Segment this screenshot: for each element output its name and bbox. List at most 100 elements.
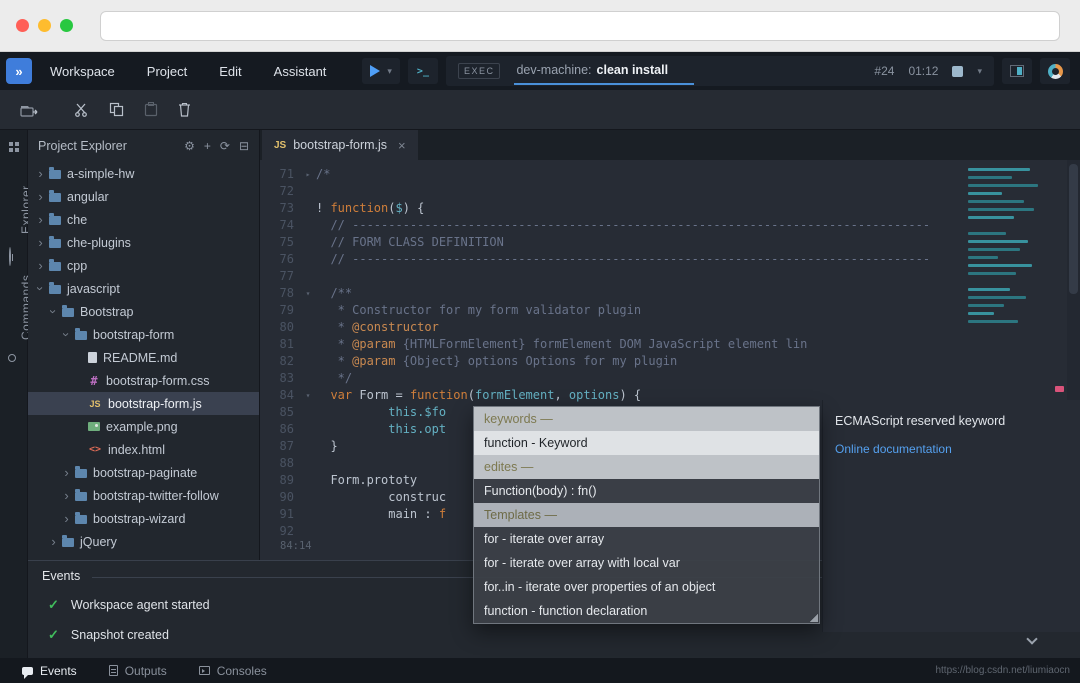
fold-marker-icon[interactable]: ▸ bbox=[300, 166, 316, 183]
line-number: 85 bbox=[260, 404, 300, 421]
tree-item-angular[interactable]: ›angular bbox=[28, 185, 259, 208]
tree-item-che-plugins[interactable]: ›che-plugins bbox=[28, 231, 259, 254]
chevron-collapsed-icon[interactable]: › bbox=[60, 488, 73, 503]
chevron-expanded-icon[interactable]: › bbox=[59, 328, 74, 341]
tree-item-bootstrap-paginate[interactable]: ›bootstrap-paginate bbox=[28, 461, 259, 484]
tree-item-che[interactable]: ›che bbox=[28, 208, 259, 231]
refresh-icon[interactable]: ⟳ bbox=[220, 140, 230, 152]
editor-tab-bootstrap-form-js[interactable]: JS bootstrap-form.js × bbox=[262, 130, 418, 160]
locate-file-icon[interactable]: + bbox=[204, 140, 211, 152]
tree-item-readme.md[interactable]: README.md bbox=[28, 346, 259, 369]
grid-icon[interactable] bbox=[9, 142, 19, 152]
statusbar-tab-outputs[interactable]: Outputs bbox=[93, 658, 183, 683]
folder-icon bbox=[49, 216, 61, 225]
code-token: // -------------------------------------… bbox=[316, 218, 930, 232]
online-documentation-link[interactable]: Online documentation bbox=[835, 442, 952, 456]
tree-item-example.png[interactable]: example.png bbox=[28, 415, 259, 438]
tree-item-cpp[interactable]: ›cpp bbox=[28, 254, 259, 277]
chevron-collapsed-icon[interactable]: › bbox=[34, 258, 47, 273]
chevron-expanded-icon[interactable]: › bbox=[33, 282, 48, 295]
code-token: options bbox=[569, 388, 620, 402]
code-token: * bbox=[316, 337, 352, 351]
line-number: 82 bbox=[260, 353, 300, 370]
cut-icon[interactable] bbox=[74, 102, 89, 117]
code-token: ) { bbox=[403, 201, 425, 215]
toggle-panel-button[interactable] bbox=[1002, 58, 1032, 84]
exec-dropdown-caret-icon[interactable]: ▾ bbox=[977, 66, 982, 77]
code-token: function bbox=[330, 201, 388, 215]
url-bar[interactable] bbox=[100, 11, 1060, 41]
tree-item-label: jQuery bbox=[80, 535, 117, 549]
code-text: } bbox=[316, 438, 338, 455]
autocomplete-item[interactable]: function - function declaration bbox=[474, 599, 819, 623]
terminal-button[interactable]: >_ bbox=[408, 58, 438, 84]
chevron-collapsed-icon[interactable]: › bbox=[60, 465, 73, 480]
copy-icon[interactable] bbox=[109, 102, 124, 117]
js-file-icon: JS bbox=[88, 399, 102, 409]
autocomplete-item[interactable]: function - Keyword bbox=[474, 431, 819, 455]
run-command-button[interactable]: ▾ bbox=[362, 58, 400, 84]
autocomplete-item[interactable]: for..in - iterate over properties of an … bbox=[474, 575, 819, 599]
tree-item-a-simple-hw[interactable]: ›a-simple-hw bbox=[28, 162, 259, 185]
tree-item-bootstrap-form.css[interactable]: #bootstrap-form.css bbox=[28, 369, 259, 392]
chevron-collapsed-icon[interactable]: › bbox=[60, 511, 73, 526]
chevron-expanded-icon[interactable]: › bbox=[46, 305, 61, 318]
chevron-collapsed-icon[interactable]: › bbox=[34, 212, 47, 227]
branch-icon[interactable] bbox=[9, 247, 11, 266]
minimize-window-button[interactable] bbox=[38, 19, 51, 32]
delete-icon[interactable] bbox=[178, 102, 191, 117]
menu-item-workspace[interactable]: Workspace bbox=[50, 64, 115, 79]
tree-item-bootstrap[interactable]: ›Bootstrap bbox=[28, 300, 259, 323]
chevron-collapsed-icon[interactable]: › bbox=[47, 534, 60, 549]
zoom-window-button[interactable] bbox=[60, 19, 73, 32]
tree-item-bootstrap-wizard[interactable]: ›bootstrap-wizard bbox=[28, 507, 259, 530]
fold-marker-icon[interactable]: ▾ bbox=[300, 285, 316, 302]
menu-item-project[interactable]: Project bbox=[147, 64, 187, 79]
minimap-line bbox=[968, 184, 1038, 187]
line-number: 89 bbox=[260, 472, 300, 489]
close-tab-icon[interactable]: × bbox=[398, 138, 406, 153]
fold-marker-icon[interactable]: ▾ bbox=[300, 387, 316, 404]
scrollbar-thumb[interactable] bbox=[1069, 164, 1078, 294]
statusbar-tab-label: Consoles bbox=[217, 664, 267, 678]
fold-gutter bbox=[300, 523, 316, 540]
menu-item-assistant[interactable]: Assistant bbox=[274, 64, 327, 79]
tree-item-bootstrap-twitter-follow[interactable]: ›bootstrap-twitter-follow bbox=[28, 484, 259, 507]
line-number: 74 bbox=[260, 217, 300, 234]
fold-gutter bbox=[300, 319, 316, 336]
minimap-line bbox=[968, 320, 1018, 323]
stop-process-icon[interactable] bbox=[952, 66, 963, 77]
paste-icon[interactable] bbox=[144, 102, 158, 117]
che-logo[interactable]: » bbox=[6, 58, 32, 84]
statusbar-tab-events[interactable]: Events bbox=[6, 658, 93, 683]
tree-item-jquery[interactable]: › jQuery bbox=[28, 530, 259, 553]
autocomplete-group-header: edites — bbox=[474, 455, 819, 479]
tree-item-javascript[interactable]: ›javascript bbox=[28, 277, 259, 300]
tree-item-index.html[interactable]: <>index.html bbox=[28, 438, 259, 461]
code-text: // -------------------------------------… bbox=[316, 217, 930, 234]
close-window-button[interactable] bbox=[16, 19, 29, 32]
autocomplete-item[interactable]: for - iterate over array bbox=[474, 527, 819, 551]
run-dropdown-caret-icon[interactable]: ▾ bbox=[387, 66, 392, 77]
code-line: 77 bbox=[260, 268, 1080, 285]
autocomplete-item[interactable]: Function(body) : fn() bbox=[474, 479, 819, 503]
resize-grip-icon[interactable] bbox=[809, 613, 818, 622]
tree-item-bootstrap-form.js[interactable]: JSbootstrap-form.js bbox=[28, 392, 259, 415]
statusbar-tab-consoles[interactable]: Consoles bbox=[183, 658, 283, 683]
chevron-collapsed-icon[interactable]: › bbox=[34, 166, 47, 181]
code-token: /** bbox=[316, 286, 352, 300]
folder-icon bbox=[49, 262, 61, 271]
import-project-icon[interactable] bbox=[20, 103, 38, 117]
autocomplete-item[interactable]: for - iterate over array with local var bbox=[474, 551, 819, 575]
code-text: ! function($) { bbox=[316, 200, 424, 217]
fold-gutter bbox=[300, 200, 316, 217]
menu-item-edit[interactable]: Edit bbox=[219, 64, 241, 79]
tree-item-bootstrap-form[interactable]: ›bootstrap-form bbox=[28, 323, 259, 346]
gear-icon[interactable]: ⚙ bbox=[184, 140, 195, 152]
folder-icon bbox=[49, 239, 61, 248]
chevron-collapsed-icon[interactable]: › bbox=[34, 235, 47, 250]
chevron-collapsed-icon[interactable]: › bbox=[34, 189, 47, 204]
profile-button[interactable] bbox=[1040, 58, 1070, 84]
collapse-all-icon[interactable]: ⊟ bbox=[239, 140, 249, 152]
machine-selector[interactable]: dev-machine: clean install bbox=[514, 57, 694, 85]
